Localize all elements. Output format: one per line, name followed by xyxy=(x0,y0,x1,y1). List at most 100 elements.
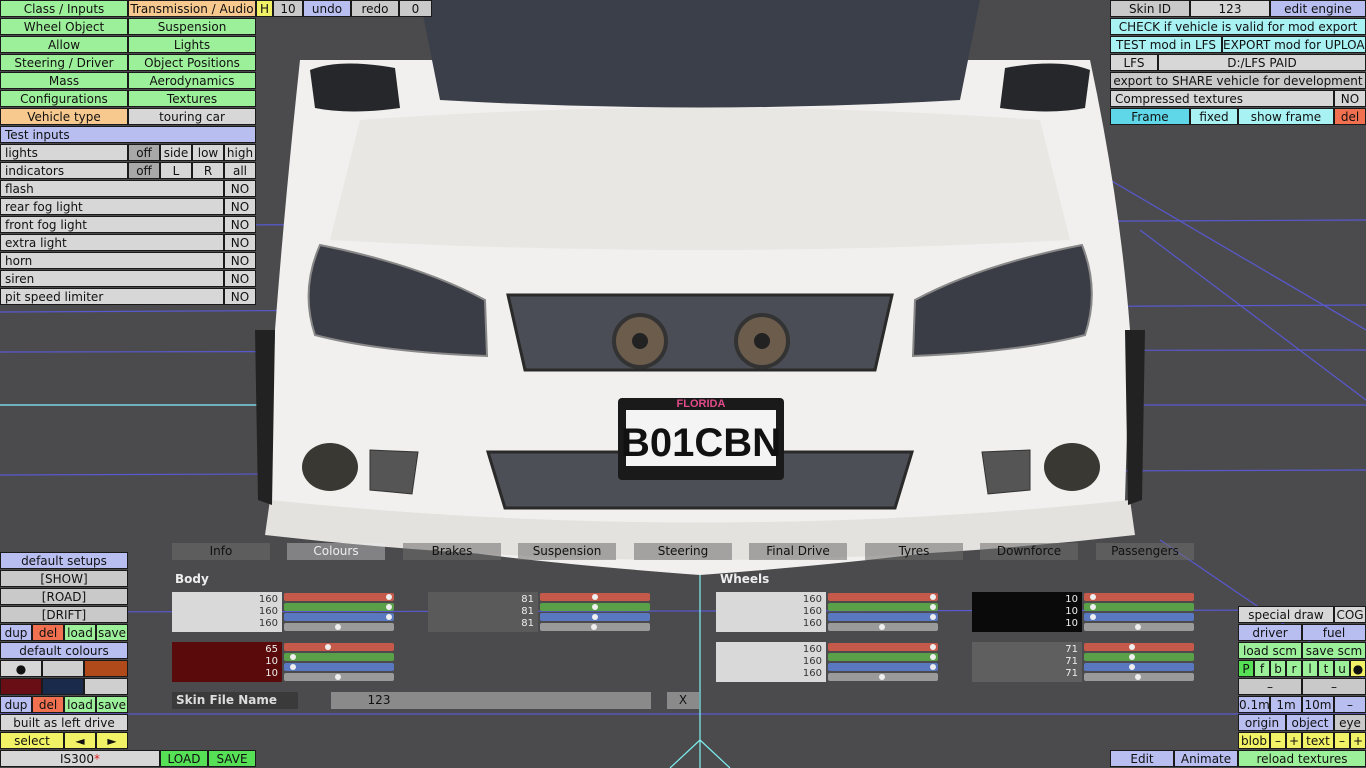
special-draw-button[interactable]: special draw xyxy=(1238,606,1334,623)
mass-button[interactable]: Mass xyxy=(0,72,128,89)
slider-knob[interactable] xyxy=(879,624,885,630)
lights-side-option[interactable]: side xyxy=(160,144,192,161)
wheels-colour-2-slider[interactable] xyxy=(1084,603,1194,611)
wheels-colour-4-slider[interactable] xyxy=(1084,673,1194,681)
blob-minus-button[interactable]: – xyxy=(1270,732,1286,749)
minus-left-button[interactable]: – xyxy=(1238,678,1302,695)
wheels-colour-4-slider[interactable] xyxy=(1084,643,1194,651)
select-button[interactable]: select xyxy=(0,732,64,749)
view-f-toggle[interactable]: f xyxy=(1254,660,1270,677)
front-fog-toggle[interactable]: NO xyxy=(224,216,256,233)
colour-slot-3[interactable] xyxy=(84,660,128,677)
wheels-colour-4-slider[interactable] xyxy=(1084,653,1194,661)
slider-knob[interactable] xyxy=(1090,604,1096,610)
configurations-button[interactable]: Configurations xyxy=(0,90,128,107)
tab-brakes[interactable]: Brakes xyxy=(403,543,501,560)
tab-passengers[interactable]: Passengers xyxy=(1096,543,1194,560)
origin-button[interactable]: origin xyxy=(1238,714,1286,731)
wheels-colour-3-swatch[interactable]: 160 160 160 xyxy=(716,642,826,682)
wheels-colour-2-slider[interactable] xyxy=(1084,613,1194,621)
body-colour-3-slider[interactable] xyxy=(284,653,394,661)
zoom-0-1m-button[interactable]: 0.1m xyxy=(1238,696,1270,713)
next-arrow-icon[interactable]: ► xyxy=(96,732,128,749)
frame-fixed-select[interactable]: fixed xyxy=(1190,108,1238,125)
allow-button[interactable]: Allow xyxy=(0,36,128,53)
view-b-toggle[interactable]: b xyxy=(1270,660,1286,677)
slider-knob[interactable] xyxy=(386,614,392,620)
wheels-colour-2-slider[interactable] xyxy=(1084,623,1194,631)
suspension-button[interactable]: Suspension xyxy=(128,18,256,35)
edit-mode-button[interactable]: Edit xyxy=(1110,750,1174,767)
skin-id-value[interactable]: 123 xyxy=(1190,0,1270,17)
compressed-textures-toggle[interactable]: NO xyxy=(1334,90,1366,107)
view-r-toggle[interactable]: r xyxy=(1286,660,1302,677)
minus-right-button[interactable]: – xyxy=(1302,678,1366,695)
wheels-colour-3-slider[interactable] xyxy=(828,653,938,661)
indicators-left-option[interactable]: L xyxy=(160,162,192,179)
skin-file-clear-button[interactable]: X xyxy=(667,692,699,709)
tab-colours[interactable]: Colours xyxy=(287,543,385,560)
blob-button[interactable]: blob xyxy=(1238,732,1270,749)
car-name-field[interactable]: IS300* xyxy=(0,750,160,767)
blob-plus-button[interactable]: + xyxy=(1286,732,1302,749)
lights-button[interactable]: Lights xyxy=(128,36,256,53)
text-button[interactable]: text xyxy=(1302,732,1334,749)
colour-del-button[interactable]: del xyxy=(32,696,64,713)
indicators-off-option[interactable]: off xyxy=(128,162,160,179)
h-toggle[interactable]: H xyxy=(256,0,273,17)
body-colour-3-slider[interactable] xyxy=(284,673,394,681)
skin-file-name-field[interactable] xyxy=(427,692,651,709)
zoom-10m-button[interactable]: 10m xyxy=(1302,696,1334,713)
slider-knob[interactable] xyxy=(930,614,936,620)
rear-fog-toggle[interactable]: NO xyxy=(224,198,256,215)
view-dot-toggle[interactable]: ● xyxy=(1350,660,1366,677)
wheels-colour-1-slider[interactable] xyxy=(828,623,938,631)
car-save-button[interactable]: SAVE xyxy=(208,750,256,767)
indicators-right-option[interactable]: R xyxy=(192,162,224,179)
slider-knob[interactable] xyxy=(1135,624,1141,630)
eye-button[interactable]: eye xyxy=(1334,714,1366,731)
body-colour-1-slider[interactable] xyxy=(284,623,394,631)
body-colour-1-slider[interactable] xyxy=(284,593,394,601)
body-colour-3-slider[interactable] xyxy=(284,643,394,651)
class-inputs-button[interactable]: Class / Inputs xyxy=(0,0,128,17)
transmission-audio-button[interactable]: Transmission / Audio xyxy=(128,0,256,17)
body-colour-2-slider[interactable] xyxy=(540,613,650,621)
prev-arrow-icon[interactable]: ◄ xyxy=(64,732,96,749)
undo-button[interactable]: undo xyxy=(303,0,351,17)
slider-knob[interactable] xyxy=(592,614,598,620)
wheels-colour-1-slider[interactable] xyxy=(828,603,938,611)
object-positions-button[interactable]: Object Positions xyxy=(128,54,256,71)
view-p-toggle[interactable]: P xyxy=(1238,660,1254,677)
cog-button[interactable]: COG xyxy=(1334,606,1366,623)
extra-light-toggle[interactable]: NO xyxy=(224,234,256,251)
setup-show-button[interactable]: [SHOW] xyxy=(0,570,128,587)
check-valid-button[interactable]: CHECK if vehicle is valid for mod export xyxy=(1110,18,1366,35)
setup-save-button[interactable]: save xyxy=(96,624,128,641)
lfs-path-field[interactable]: D:/LFS PAID xyxy=(1158,54,1366,71)
show-frame-button[interactable]: show frame xyxy=(1238,108,1334,125)
setup-load-button[interactable]: load xyxy=(64,624,96,641)
wheels-colour-1-swatch[interactable]: 160 160 160 xyxy=(716,592,826,632)
body-colour-3-swatch[interactable]: 65 10 10 xyxy=(172,642,282,682)
lights-high-option[interactable]: high xyxy=(224,144,256,161)
object-button[interactable]: object xyxy=(1286,714,1334,731)
tab-downforce[interactable]: Downforce xyxy=(980,543,1078,560)
steering-driver-button[interactable]: Steering / Driver xyxy=(0,54,128,71)
wheels-colour-4-slider[interactable] xyxy=(1084,663,1194,671)
colour-load-button[interactable]: load xyxy=(64,696,96,713)
frame-delete-button[interactable]: del xyxy=(1334,108,1366,125)
load-scm-button[interactable]: load scm xyxy=(1238,642,1302,659)
animate-mode-button[interactable]: Animate xyxy=(1174,750,1238,767)
slider-knob[interactable] xyxy=(592,594,598,600)
wheels-colour-1-slider[interactable] xyxy=(828,613,938,621)
colour-dup-button[interactable]: dup xyxy=(0,696,32,713)
setup-dup-button[interactable]: dup xyxy=(0,624,32,641)
slider-knob[interactable] xyxy=(325,644,331,650)
export-share-button[interactable]: export to SHARE vehicle for development xyxy=(1110,72,1366,89)
body-colour-1-slider[interactable] xyxy=(284,613,394,621)
fuel-button[interactable]: fuel xyxy=(1302,624,1366,641)
body-colour-1-slider[interactable] xyxy=(284,603,394,611)
slider-knob[interactable] xyxy=(930,644,936,650)
vehicle-type-select[interactable]: touring car xyxy=(128,108,256,125)
